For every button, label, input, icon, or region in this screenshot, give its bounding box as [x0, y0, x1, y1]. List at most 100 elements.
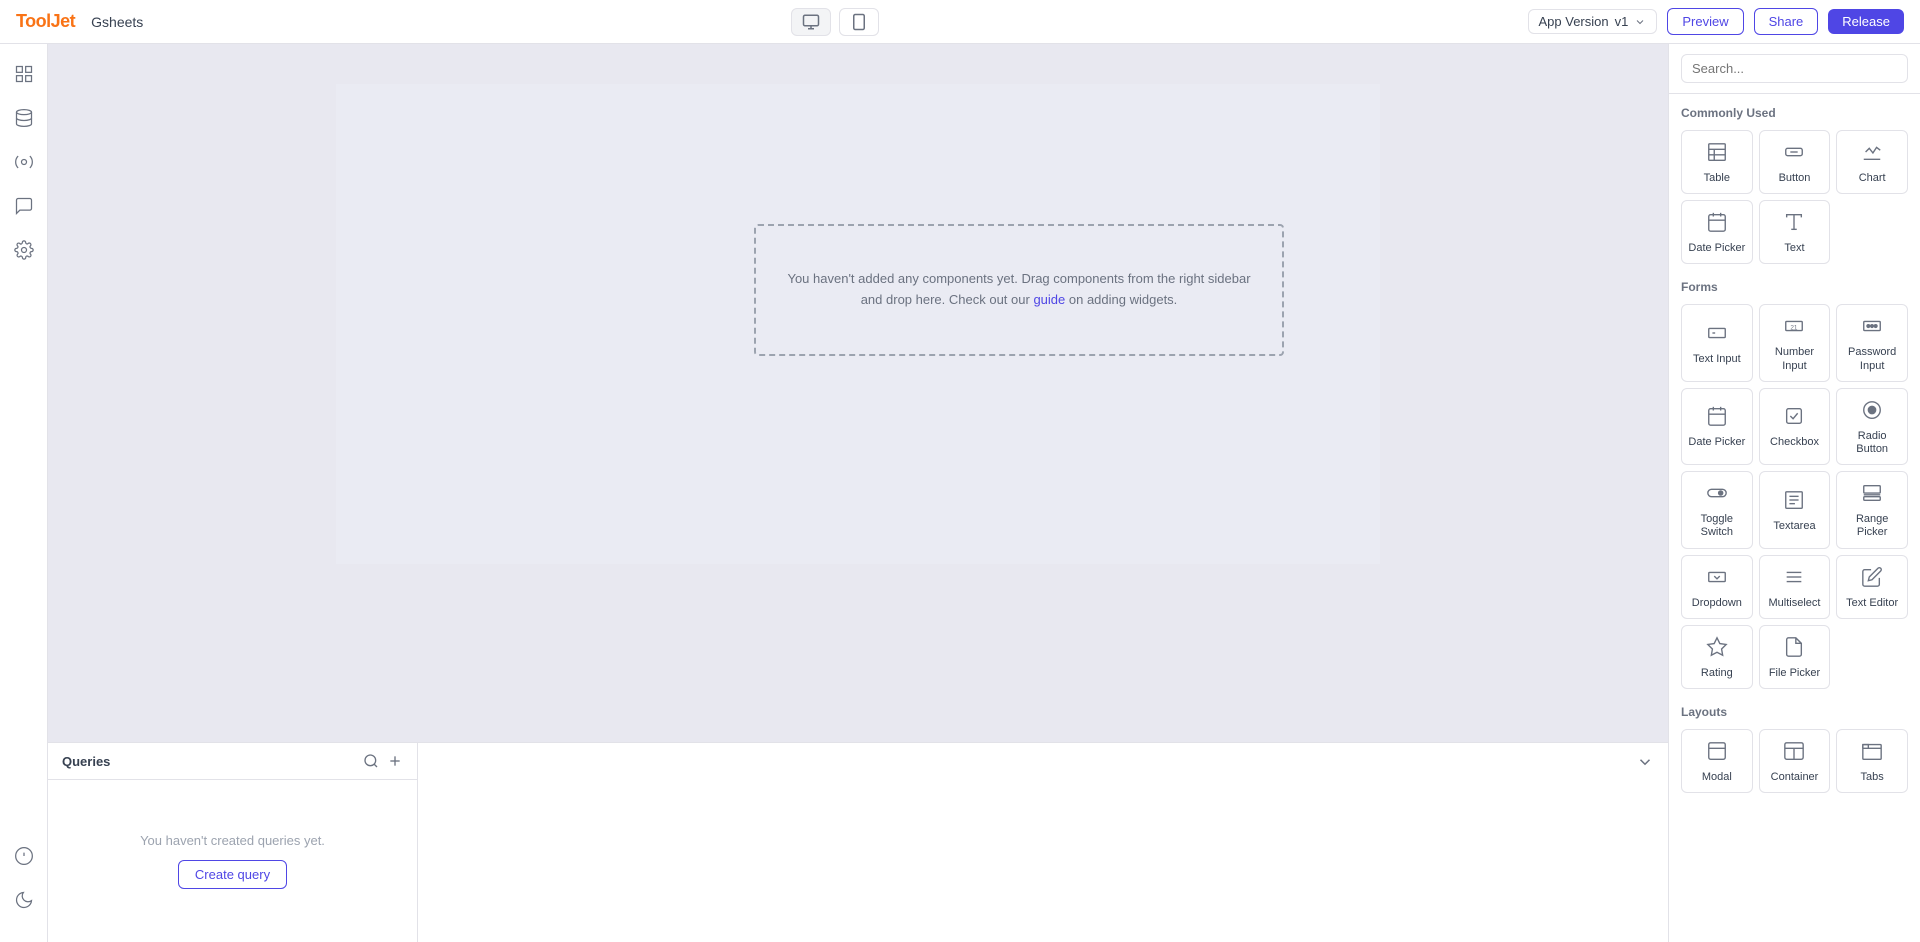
widget-text-input[interactable]: Text Input [1681, 304, 1753, 381]
navbar-right: App Version v1 Preview Share Release [1528, 8, 1905, 35]
widget-date-picker[interactable]: Date Picker [1681, 388, 1753, 465]
chart-label: Chart [1859, 172, 1886, 185]
table-label: Table [1704, 172, 1730, 185]
dropdown-icon [1706, 566, 1728, 592]
canvas-page[interactable]: You haven't added any components yet. Dr… [336, 84, 1380, 564]
create-query-button[interactable]: Create query [178, 860, 287, 889]
rating-label: Rating [1701, 667, 1733, 680]
text-editor-label: Text Editor [1846, 597, 1898, 610]
widget-grid-0: Table Button Chart Date Picker Text [1681, 130, 1908, 264]
sidebar-comments-icon[interactable] [6, 188, 42, 224]
section-title-0: Commonly Used [1681, 106, 1908, 120]
sidebar-datasources-icon[interactable] [6, 100, 42, 136]
text-icon [1783, 211, 1805, 237]
table-icon [1706, 141, 1728, 167]
widget-password-input[interactable]: Password Input [1836, 304, 1908, 381]
sidebar-integrations-icon[interactable] [6, 144, 42, 180]
multiselect-icon [1783, 566, 1805, 592]
widget-range-picker[interactable]: Range Picker [1836, 471, 1908, 548]
navbar: ToolJet Gsheets App Version v1 Preview S… [0, 0, 1920, 44]
button-label: Button [1779, 172, 1811, 185]
radio-button-label: Radio Button [1843, 430, 1901, 456]
widget-radio-button[interactable]: Radio Button [1836, 388, 1908, 465]
widget-date-picker[interactable]: Date Picker [1681, 200, 1753, 264]
query-empty-text: You haven't created queries yet. [140, 833, 325, 848]
query-left-panel: Queries [48, 743, 418, 942]
query-panel: Queries [48, 742, 1668, 942]
mobile-view-button[interactable] [839, 8, 879, 36]
widget-tabs[interactable]: Tabs [1836, 729, 1908, 793]
query-search-icon[interactable] [363, 753, 379, 769]
chart-icon [1861, 141, 1883, 167]
modal-icon [1706, 740, 1728, 766]
widget-multiselect[interactable]: Multiselect [1759, 555, 1831, 619]
radio-button-icon [1861, 399, 1883, 425]
button-icon [1783, 141, 1805, 167]
container-label: Container [1771, 771, 1819, 784]
sidebar-pages-icon[interactable] [6, 56, 42, 92]
section-title-1: Forms [1681, 280, 1908, 294]
svg-text:21: 21 [1791, 325, 1799, 332]
file-picker-icon [1783, 636, 1805, 662]
canvas-empty-text: You haven't added any components yet. Dr… [787, 269, 1250, 311]
widget-modal[interactable]: Modal [1681, 729, 1753, 793]
checkbox-label: Checkbox [1770, 436, 1819, 449]
text-editor-icon [1861, 566, 1883, 592]
sidebar-bottom [6, 838, 42, 930]
main-body: You haven't added any components yet. Dr… [0, 44, 1920, 942]
component-search-input[interactable] [1681, 54, 1908, 83]
widget-dropdown[interactable]: Dropdown [1681, 555, 1753, 619]
preview-button[interactable]: Preview [1667, 8, 1743, 35]
widget-rating[interactable]: Rating [1681, 625, 1753, 689]
widget-text[interactable]: Text [1759, 200, 1831, 264]
desktop-view-button[interactable] [791, 8, 831, 36]
version-label: App Version [1539, 14, 1609, 29]
widget-table[interactable]: Table [1681, 130, 1753, 194]
range-picker-icon [1861, 482, 1883, 508]
checkbox-icon [1783, 405, 1805, 431]
query-collapse-icon[interactable] [1636, 753, 1654, 776]
app-name: Gsheets [91, 14, 143, 30]
share-button[interactable]: Share [1754, 8, 1819, 35]
widget-file-picker[interactable]: File Picker [1759, 625, 1831, 689]
number-input-icon: 21 [1783, 315, 1805, 341]
textarea-label: Textarea [1773, 520, 1815, 533]
sidebar-debugger-icon[interactable] [6, 838, 42, 874]
tabs-label: Tabs [1861, 771, 1884, 784]
date-picker-icon [1706, 211, 1728, 237]
widget-textarea[interactable]: Textarea [1759, 471, 1831, 548]
toggle-switch-icon [1706, 482, 1728, 508]
app-logo[interactable]: ToolJet [16, 11, 75, 32]
multiselect-label: Multiselect [1769, 597, 1821, 610]
number-input-label: Number Input [1766, 346, 1824, 372]
canvas-wrapper[interactable]: You haven't added any components yet. Dr… [48, 44, 1668, 742]
widget-container[interactable]: Container [1759, 729, 1831, 793]
date-picker-label: Date Picker [1688, 242, 1745, 255]
canvas-empty-drop-zone[interactable]: You haven't added any components yet. Dr… [754, 224, 1284, 356]
range-picker-label: Range Picker [1843, 513, 1901, 539]
widget-checkbox[interactable]: Checkbox [1759, 388, 1831, 465]
query-right-panel [418, 743, 1668, 942]
guide-link[interactable]: guide [1033, 292, 1065, 307]
widget-text-editor[interactable]: Text Editor [1836, 555, 1908, 619]
left-sidebar [0, 44, 48, 942]
password-input-icon [1861, 315, 1883, 341]
container-icon [1783, 740, 1805, 766]
logo-text: ToolJet [16, 11, 75, 31]
text-label: Text [1784, 242, 1804, 255]
sidebar-darkmode-icon[interactable] [6, 882, 42, 918]
sidebar-settings-icon[interactable] [6, 232, 42, 268]
release-button[interactable]: Release [1828, 9, 1904, 34]
query-add-icon[interactable] [387, 753, 403, 769]
text-input-icon [1706, 322, 1728, 348]
password-input-label: Password Input [1843, 346, 1901, 372]
widget-button[interactable]: Button [1759, 130, 1831, 194]
queries-title: Queries [62, 754, 110, 769]
widget-toggle-switch[interactable]: Toggle Switch [1681, 471, 1753, 548]
date-picker-label: Date Picker [1688, 436, 1745, 449]
version-selector[interactable]: App Version v1 [1528, 9, 1658, 34]
widget-number-input[interactable]: 21 Number Input [1759, 304, 1831, 381]
version-value: v1 [1615, 14, 1629, 29]
toggle-switch-label: Toggle Switch [1688, 513, 1746, 539]
widget-chart[interactable]: Chart [1836, 130, 1908, 194]
